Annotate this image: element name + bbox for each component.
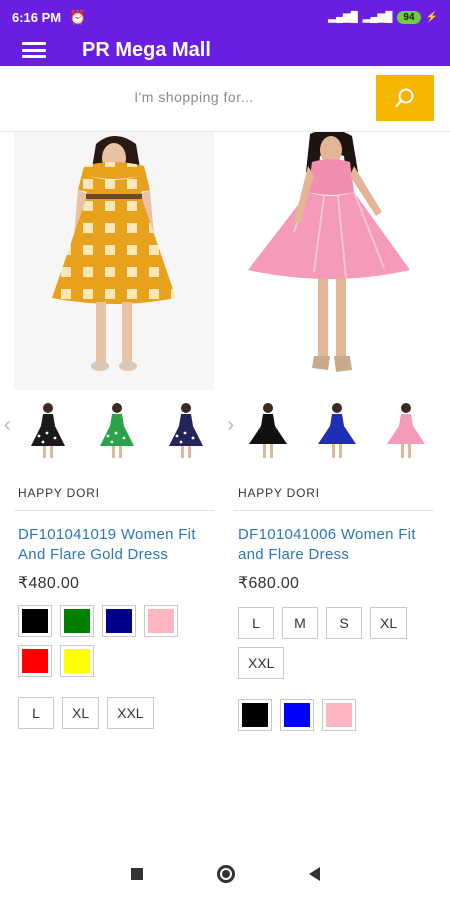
status-icons: ▂▄▆█ ▂▄▆█ 94 ⚡	[328, 10, 438, 24]
product-title[interactable]: DF101041006 Women Fit and Flare Dress	[234, 525, 440, 565]
product-card[interactable]: HAPPY DORI DF101041006 Women Fit and Fla…	[234, 132, 440, 731]
color-swatch[interactable]	[144, 605, 178, 637]
color-swatch[interactable]	[60, 645, 94, 677]
status-bar: 6:16 PM ⏰ ▂▄▆█ ▂▄▆█ 94 ⚡	[0, 0, 450, 34]
color-swatches	[14, 605, 214, 677]
size-option[interactable]: XL	[62, 697, 100, 729]
status-time: 6:16 PM	[12, 9, 62, 25]
alarm-icon: ⏰	[69, 8, 87, 25]
pink-dress-illustration	[248, 132, 410, 372]
thumbnail[interactable]	[163, 400, 209, 460]
size-option[interactable]: S	[326, 607, 362, 639]
battery-icon: 94	[397, 10, 421, 24]
thumbnail[interactable]	[383, 400, 429, 460]
charging-icon: ⚡	[425, 11, 438, 23]
size-option[interactable]: M	[282, 607, 318, 639]
thumbnail-strip: ‹ ›	[4, 400, 234, 460]
size-options: L M S XL XXL	[234, 607, 434, 679]
product-brand: HAPPY DORI	[238, 486, 320, 500]
product-price: ₹480.00	[18, 575, 80, 592]
product-title[interactable]: DF101041019 Women Fit And Flare Gold Dre…	[14, 525, 220, 565]
size-option[interactable]: XXL	[238, 647, 285, 679]
product-image-pink-dress[interactable]	[234, 132, 434, 390]
color-swatch[interactable]	[18, 605, 52, 637]
divider	[14, 510, 214, 511]
thumbnail[interactable]	[314, 400, 360, 460]
system-nav-bar	[0, 848, 450, 900]
color-swatch[interactable]	[60, 605, 94, 637]
color-swatch[interactable]	[280, 699, 314, 731]
color-swatches	[234, 699, 434, 731]
color-swatch[interactable]	[102, 605, 136, 637]
recents-icon[interactable]	[130, 868, 143, 880]
signal-icon: ▂▄▆█	[328, 11, 358, 23]
color-swatch[interactable]	[322, 699, 356, 731]
home-icon[interactable]	[216, 865, 235, 883]
chevron-right-icon[interactable]: ›	[227, 414, 234, 437]
color-swatch[interactable]	[18, 645, 52, 677]
signal-icon-2: ▂▄▆█	[362, 11, 393, 23]
size-option[interactable]: L	[238, 607, 274, 639]
app-bar: PR Mega Mall	[0, 34, 450, 66]
size-option[interactable]: XL	[370, 607, 408, 639]
app-title: PR Mega Mall	[82, 38, 211, 61]
search-icon	[395, 88, 414, 108]
product-price: ₹680.00	[238, 575, 300, 592]
thumbnail[interactable]	[245, 400, 291, 460]
gold-dress-illustration	[52, 136, 176, 371]
search-button[interactable]	[376, 75, 434, 121]
divider	[234, 510, 434, 511]
search-input[interactable]	[16, 74, 372, 120]
search-bar	[0, 66, 450, 132]
size-option[interactable]: L	[18, 697, 54, 729]
back-icon[interactable]	[308, 867, 320, 881]
thumbnail[interactable]	[94, 400, 140, 460]
size-option[interactable]: XXL	[107, 697, 154, 729]
product-brand: HAPPY DORI	[18, 486, 100, 500]
color-swatch[interactable]	[238, 699, 272, 731]
product-card[interactable]: ‹ › HAPPY DORI DF101041019 Women Fit And…	[4, 132, 234, 729]
thumbnail[interactable]	[25, 400, 71, 460]
product-image-gold-dress[interactable]	[14, 132, 214, 390]
chevron-left-icon[interactable]: ‹	[4, 414, 11, 437]
size-options: L XL XXL	[14, 697, 214, 729]
thumbnail-strip	[234, 400, 440, 460]
hamburger-icon[interactable]	[22, 42, 46, 58]
